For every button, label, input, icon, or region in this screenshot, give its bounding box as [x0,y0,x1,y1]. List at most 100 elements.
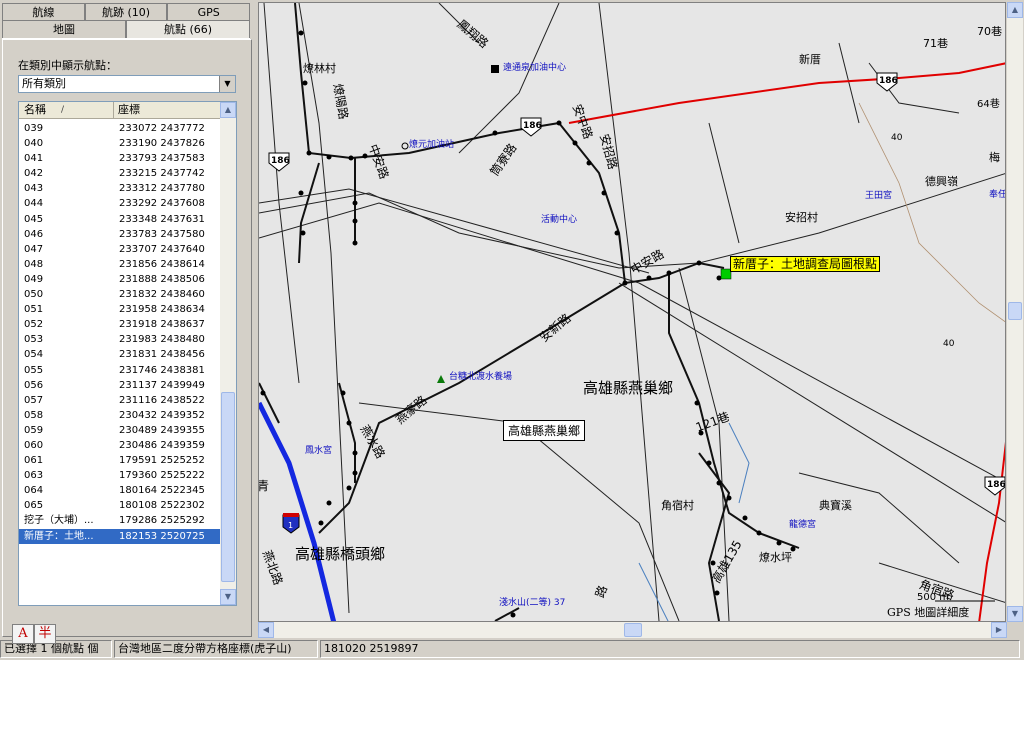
table-row[interactable]: 048 231856 2438614 [19,257,220,272]
tab-routes[interactable]: 航線 [2,3,85,21]
waypoint-name: 057 [24,394,44,406]
table-row[interactable]: 049 231888 2438506 [19,272,220,287]
waypoint-coord: 180164 2522345 [119,485,205,497]
waypoint-name: 058 [24,409,44,421]
map-label-lane: 64巷 [977,99,1000,110]
waypoint-name: 043 [24,183,44,195]
status-datum: 台灣地區二度分帶方格座標(虎子山) [114,640,318,658]
list-scrollbar[interactable]: ▲ ▼ [220,102,236,605]
scroll-down-icon[interactable]: ▼ [220,589,236,605]
tab-row-top: 航線 航跡 (10) GPS [2,3,251,21]
waypoint-highlight-label[interactable]: 新厝子：土地調查局圖根點 [730,256,881,272]
table-row[interactable]: 051 231958 2438634 [19,302,220,317]
waypoint-name: 061 [24,455,44,467]
map-label-village: 角宿村 [661,499,694,512]
table-row[interactable]: 063 179360 2525222 [19,468,220,483]
table-row[interactable]: 新厝子：土地... 182153 2520725 [19,528,220,544]
waypoint-name: 064 [24,485,44,497]
column-header-name[interactable]: 名稱 / [19,102,114,118]
status-bar: 已選擇 1 個航點 個 台灣地區二度分帶方格座標(虎子山) 181020 251… [0,640,1024,658]
table-row[interactable]: 052 231918 2438637 [19,317,220,332]
waypoint-coord: 179286 2525292 [119,515,205,527]
table-row[interactable]: 060 230486 2439359 [19,438,220,453]
category-selected-value: 所有類別 [22,77,66,90]
map-label-place: 德興嶺 [925,175,958,188]
map-label-place: 燎水坪 [759,551,792,564]
map-scroll-right-icon[interactable]: ▶ [991,622,1007,638]
waypoint-name: 挖子（大埔）... [24,515,94,527]
waypoint-name: 063 [24,470,44,482]
waypoint-coord: 233190 2437826 [119,138,205,150]
category-select[interactable]: 所有類別 ▼ [18,75,236,93]
table-row[interactable]: 045 233348 2437631 [19,212,220,227]
map-label-poi: 龍德宮 [789,520,817,530]
map-vscroll-thumb[interactable] [1008,302,1022,320]
map-label-poi: 淺水山(二等) 37 [499,598,566,608]
waypoint-coord: 233072 2437772 [119,123,205,134]
scroll-thumb[interactable] [221,392,235,582]
tab-waypoints[interactable]: 航點 (66) [126,20,250,38]
table-row[interactable]: 041 233793 2437583 [19,151,220,166]
waypoint-coord: 231831 2438456 [119,349,205,361]
waypoint-list[interactable]: 名稱 / 座標 039 233072 2437772 040 233190 24378… [18,101,237,606]
table-row[interactable]: 065 180108 2522302 [19,498,220,513]
left-panel: 航線 航跡 (10) GPS 地圖 航點 (66) 在類別中顯示航點： 所有類別… [0,0,256,640]
table-row[interactable]: 050 231832 2438460 [19,287,220,302]
table-row[interactable]: 挖子（大埔）... 179286 2525292 [19,513,220,528]
table-row[interactable]: 039 233072 2437772 [19,121,220,136]
table-row[interactable]: 064 180164 2522345 [19,483,220,498]
map-label-poi: 奉任 [989,190,1006,200]
map-vertical-scrollbar[interactable]: ▲ ▼ [1007,2,1023,622]
table-row[interactable]: 061 179591 2525252 [19,453,220,468]
column-name-label: 名稱 [24,103,46,116]
table-row[interactable]: 056 231137 2439949 [19,378,220,393]
district-box-label: 高雄縣燕巢鄉 [503,420,586,441]
table-row[interactable]: 057 231116 2438522 [19,393,220,408]
map-label-village: 燎林村 [303,62,336,75]
waypoint-coord: 231137 2439949 [119,379,205,391]
column-header-coord[interactable]: 座標 [114,102,220,118]
map-label-district: 高雄縣橋頭鄉 [295,545,386,563]
tab-map[interactable]: 地圖 [2,20,126,38]
map-scroll-up-icon[interactable]: ▲ [1007,2,1023,18]
table-row[interactable]: 044 233292 2437608 [19,196,220,211]
table-row[interactable]: 059 230489 2439355 [19,423,220,438]
ime-toolbar: A 半 [12,624,56,644]
waypoint-coord: 231918 2438637 [119,319,205,331]
svg-text:186: 186 [987,480,1006,490]
table-row[interactable]: 042 233215 2437742 [19,166,220,181]
map-label-place: 梅 [989,151,1000,164]
map-view[interactable]: 186 186 186 186 1 燎林村 鳳翔路 遠通泉加油中心 新厝 71巷… [258,2,1006,622]
table-row[interactable]: 053 231983 2438480 [19,332,220,347]
table-row[interactable]: 055 231746 2438381 [19,363,220,378]
gas-station-icon [491,65,499,73]
table-row[interactable]: 058 230432 2439352 [19,408,220,423]
waypoint-name: 051 [24,304,44,316]
map-hscroll-thumb[interactable] [624,623,642,637]
map-detail-label: GPS 地圖詳細度 [887,606,970,619]
waypoint-name: 050 [24,289,44,301]
table-row[interactable]: 054 231831 2438456 [19,347,220,362]
map-canvas[interactable]: 186 186 186 186 1 [259,3,1006,622]
table-row[interactable]: 046 233783 2437580 [19,227,220,242]
table-row[interactable]: 040 233190 2437826 [19,136,220,151]
svg-text:186: 186 [879,76,898,86]
scroll-up-icon[interactable]: ▲ [220,102,236,118]
map-scroll-left-icon[interactable]: ◀ [258,622,274,638]
waypoint-name: 055 [24,364,44,376]
map-label-number: 40 [891,133,903,143]
waypoint-name: 新厝子：土地... [24,530,94,542]
ime-width-button[interactable]: 半 [34,624,56,644]
ime-mode-button[interactable]: A [12,624,34,644]
waypoint-name: 049 [24,273,44,285]
waypoint-name: 065 [24,500,44,512]
tab-gps[interactable]: GPS [167,3,251,21]
table-row[interactable]: 047 233707 2437640 [19,242,220,257]
tab-tracks[interactable]: 航跡 (10) [84,3,168,21]
waypoint-coord: 231832 2438460 [119,289,205,301]
svg-text:186: 186 [523,121,542,131]
dropdown-arrow-icon[interactable]: ▼ [219,76,235,92]
table-row[interactable]: 043 233312 2437780 [19,181,220,196]
map-horizontal-scrollbar[interactable]: ◀ ▶ [258,622,1007,638]
map-scroll-down-icon[interactable]: ▼ [1007,606,1023,622]
